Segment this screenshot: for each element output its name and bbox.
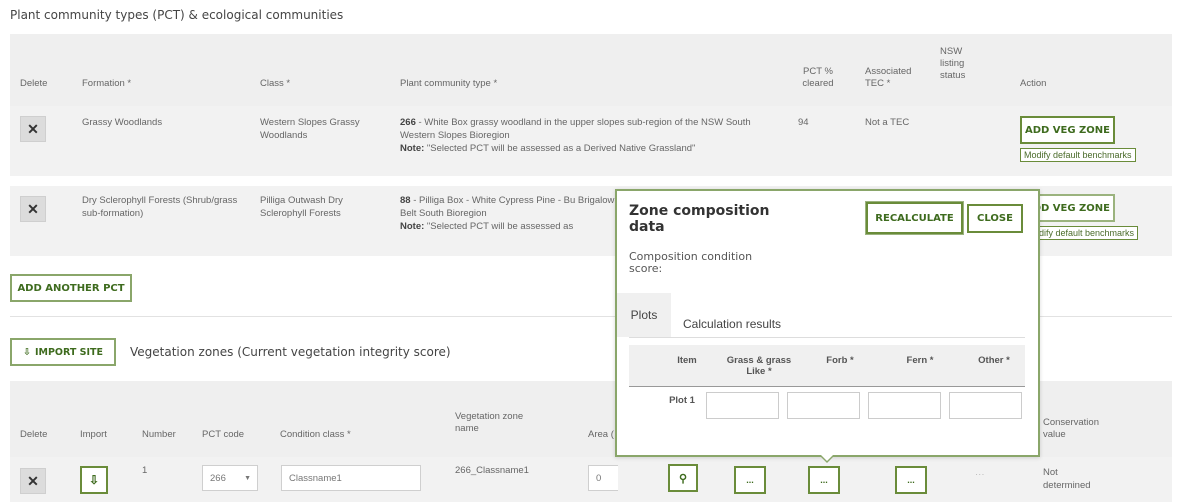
plot-header-fern: Fern * [906, 355, 934, 366]
plot-row-label: Plot 1 [669, 395, 695, 406]
header-tec: Associated TEC * [865, 66, 912, 89]
vz-header-zone-name: Vegetation zone name [455, 411, 524, 434]
vz-header-conservation: Conservation value [1043, 417, 1099, 440]
cleared-cell: 94 [798, 117, 809, 128]
popup-title: Zone composition data [629, 203, 770, 235]
header-nsw: NSW listing status [940, 46, 966, 81]
zone-number: 1 [142, 465, 148, 476]
note-label: Note: [400, 143, 425, 154]
header-formation: Formation * [82, 78, 132, 89]
chevron-down-icon: ▼ [244, 474, 251, 482]
composition-score-label: Composition condition score: [629, 250, 753, 275]
zone-composition-popup: Zone composition data RECALCULATE CLOSE … [615, 189, 1040, 457]
formation-cell: Grassy Woodlands [82, 117, 163, 128]
pct-description: - White Box grassy woodland in the upper… [400, 117, 751, 141]
header-action: Action [1020, 78, 1047, 89]
vz-header-import: Import [80, 429, 107, 440]
close-button[interactable]: CLOSE [967, 204, 1023, 233]
plot-table-header: Item Grass & grass Like * Forb * Fern * … [629, 345, 1025, 387]
class-cell: Pilliga Outwash Dry Sclerophyll Forests [260, 195, 343, 219]
vz-header-pct-code: PCT code [202, 429, 245, 440]
pct-cell: 88 - Pilliga Box - White Cypress Pine - … [400, 194, 615, 233]
import-site-button[interactable]: ⇩ IMPORT SITE [10, 338, 116, 366]
section-title: Plant community types (PCT) & ecological… [10, 8, 344, 22]
pct-code-select[interactable]: 266 ▼ [202, 465, 258, 491]
delete-button[interactable]: ✕ [20, 468, 46, 494]
header-pct: Plant community type * [400, 78, 498, 89]
function-button[interactable]: ... [895, 466, 927, 494]
pct-cell: 266 - White Box grassy woodland in the u… [400, 116, 770, 155]
plot-header-other: Other * [978, 355, 1010, 366]
tec-cell: Not a TEC [865, 117, 910, 128]
tab-calculation-results[interactable]: Calculation results [683, 317, 781, 331]
pct-id: 266 [400, 117, 416, 128]
map-pin-icon: ⚲ [678, 472, 688, 485]
condition-class-input[interactable]: Classname1 [281, 465, 421, 491]
plot-header-item: Item [677, 355, 697, 366]
composition-button[interactable]: ... [808, 466, 840, 494]
add-veg-zone-button[interactable]: ADD VEG ZONE [1020, 116, 1115, 144]
vz-header-area: Area ( [588, 429, 614, 440]
vz-header-number: Number [142, 429, 176, 440]
pct-description: - Pilliga Box - White Cypress Pine - Bu … [400, 195, 615, 219]
empty-value: ··· [975, 469, 985, 480]
import-row-button[interactable]: ⇩ [80, 466, 108, 494]
import-icon: ⇩ [22, 346, 31, 358]
modify-benchmarks-link[interactable]: odify default benchmarks [1030, 226, 1139, 240]
plot-header-forb: Forb * [826, 355, 854, 366]
popup-pointer-inner [821, 455, 833, 461]
delete-button[interactable]: ✕ [20, 196, 46, 222]
vz-header-delete: Delete [20, 429, 48, 440]
tab-plots[interactable]: Plots [617, 293, 671, 337]
add-another-pct-button[interactable]: ADD ANOTHER PCT [10, 274, 132, 302]
pct-id: 88 [400, 195, 411, 206]
conservation-value: Not determined [1043, 467, 1091, 491]
fern-input[interactable] [868, 392, 941, 419]
grass-input[interactable] [706, 392, 779, 419]
header-class: Class * [260, 78, 291, 89]
pct-code-value: 266 [210, 472, 226, 484]
formation-cell: Dry Sclerophyll Forests (Shrub/grass sub… [82, 195, 238, 219]
forb-input[interactable] [787, 392, 860, 419]
note-text: "Selected PCT will be assessed as [424, 221, 574, 232]
note-text: "Selected PCT will be assessed as a Deri… [424, 143, 696, 154]
header-delete: Delete [20, 78, 48, 89]
note-label: Note: [400, 221, 425, 232]
vz-header-condition: Condition class * [280, 429, 351, 440]
tab-divider [629, 337, 1025, 338]
recalculate-button[interactable]: RECALCULATE [866, 202, 963, 234]
delete-button[interactable]: ✕ [20, 116, 46, 142]
area-input[interactable]: 0 [588, 465, 618, 491]
pct-table-header: Delete Formation * Class * Plant communi… [10, 34, 1172, 106]
import-icon: ⇩ [88, 473, 100, 487]
import-site-label: IMPORT SITE [34, 346, 104, 358]
edit-details-button[interactable]: ... [734, 466, 766, 494]
other-input[interactable] [949, 392, 1022, 419]
zone-name-cell: 266_Classname1 [455, 465, 529, 476]
class-cell: Western Slopes Grassy Woodlands [260, 117, 360, 141]
plot-header-grass: Grass & grass Like * [726, 355, 792, 377]
header-cleared: PCT % cleared [802, 66, 834, 89]
veg-zones-title: Vegetation zones (Current vegetation int… [130, 345, 451, 359]
map-pin-button[interactable]: ⚲ [668, 464, 698, 492]
modify-benchmarks-link[interactable]: Modify default benchmarks [1020, 148, 1136, 162]
